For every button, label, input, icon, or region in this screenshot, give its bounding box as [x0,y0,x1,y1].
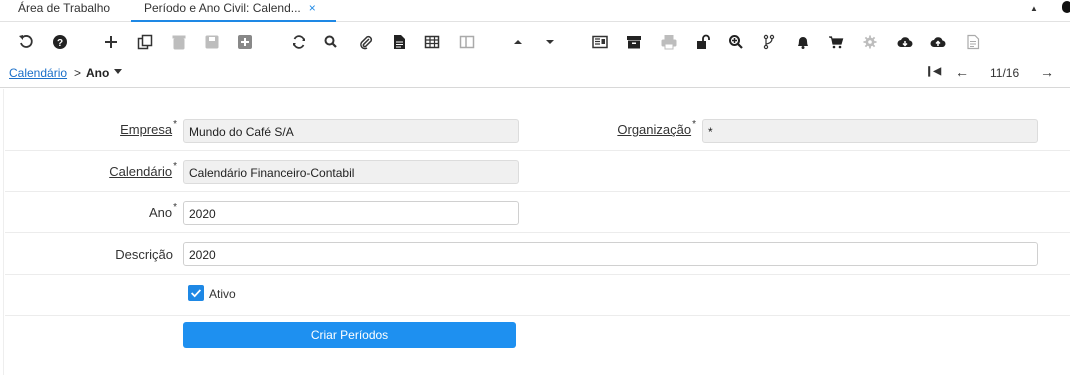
record-counter: 11/16 [990,66,1020,80]
next-record-icon[interactable]: → [1040,64,1054,80]
organizacao-field[interactable]: * [702,119,1038,143]
cart-icon[interactable] [827,33,845,51]
breadcrumb: Calendário > Ano ❙◀ ← 11/16 → [0,62,1070,88]
empresa-label-text: Empresa [120,122,173,137]
first-record-icon[interactable]: ❙◀ [925,66,941,77]
document-icon[interactable] [390,33,408,51]
post-it-icon[interactable] [964,33,982,51]
delete-icon[interactable] [170,33,188,51]
previous-record-icon[interactable]: ← [955,64,969,80]
window-tab-bar: Área de Trabalho Período e Ano Civil: Ca… [0,0,1070,22]
save-new-icon[interactable] [236,33,254,51]
breadcrumb-separator: > [74,66,82,80]
left-edge-divider [0,89,4,375]
save-icon[interactable] [203,33,221,51]
chevron-down-icon[interactable] [114,69,122,74]
attachment-icon[interactable] [357,33,375,51]
detail-form: Empresa* Mundo do Café S/A Organização* … [5,89,1070,375]
help-icon[interactable]: ? [51,33,69,51]
report-icon[interactable] [591,33,609,51]
row-divider [5,150,1070,151]
undo-icon[interactable] [17,33,35,51]
import-icon[interactable] [929,33,947,51]
settings-icon[interactable] [861,33,879,51]
empresa-label[interactable]: Empresa* [85,119,177,137]
tab-calendar-year[interactable]: Período e Ano Civil: Calend... × [131,0,336,22]
required-mark: * [692,119,696,130]
ano-label: Ano* [85,202,177,220]
ano-label-text: Ano [148,205,173,220]
export-icon[interactable] [896,33,914,51]
breadcrumb-current[interactable]: Ano [86,66,109,80]
row-divider [5,191,1070,192]
tab-calendar-year-label: Período e Ano Civil: Calend... [144,1,301,15]
detail-icon[interactable] [541,33,559,51]
notification-icon[interactable] [794,33,812,51]
ano-field[interactable]: 2020 [183,201,519,225]
caret-up-icon[interactable]: ▲ [1030,4,1038,13]
user-menu-icon[interactable] [1062,1,1070,13]
close-icon[interactable]: × [309,1,316,15]
ativo-label[interactable]: Ativo [209,287,236,301]
lock-icon[interactable] [694,33,712,51]
criar-periodos-button[interactable]: Criar Períodos [183,322,516,348]
empresa-field[interactable]: Mundo do Café S/A [183,119,519,143]
copy-icon[interactable] [136,33,154,51]
descricao-field[interactable]: 2020 [183,242,1038,266]
toolbar: ? [0,23,1070,61]
workflow-icon[interactable] [760,33,778,51]
zoom-across-icon[interactable] [727,33,745,51]
new-icon[interactable] [102,33,120,51]
parent-icon[interactable] [509,33,527,51]
required-mark: * [173,202,177,213]
row-divider [5,274,1070,275]
required-mark: * [173,161,177,172]
row-divider [5,315,1070,316]
find-icon[interactable] [322,33,340,51]
calendario-field[interactable]: Calendário Financeiro-Contabil [183,160,519,184]
breadcrumb-link-calendario[interactable]: Calendário [9,66,67,80]
calendario-label-text: Calendário [109,164,173,179]
archive-icon[interactable] [625,33,643,51]
organizacao-label-text: Organização [617,122,692,137]
check-icon [191,289,202,298]
descricao-label: Descrição [115,247,173,262]
print-icon[interactable] [660,33,678,51]
grid-toggle-icon[interactable] [423,33,441,51]
organizacao-label[interactable]: Organização* [590,119,696,137]
ativo-checkbox[interactable] [188,285,204,301]
row-divider [5,232,1070,233]
svg-text:?: ? [57,38,63,49]
tab-desktop[interactable]: Área de Trabalho [18,0,110,22]
refresh-icon[interactable] [290,33,308,51]
split-view-icon[interactable] [458,33,476,51]
required-mark: * [173,119,177,130]
calendario-label[interactable]: Calendário* [65,161,177,179]
